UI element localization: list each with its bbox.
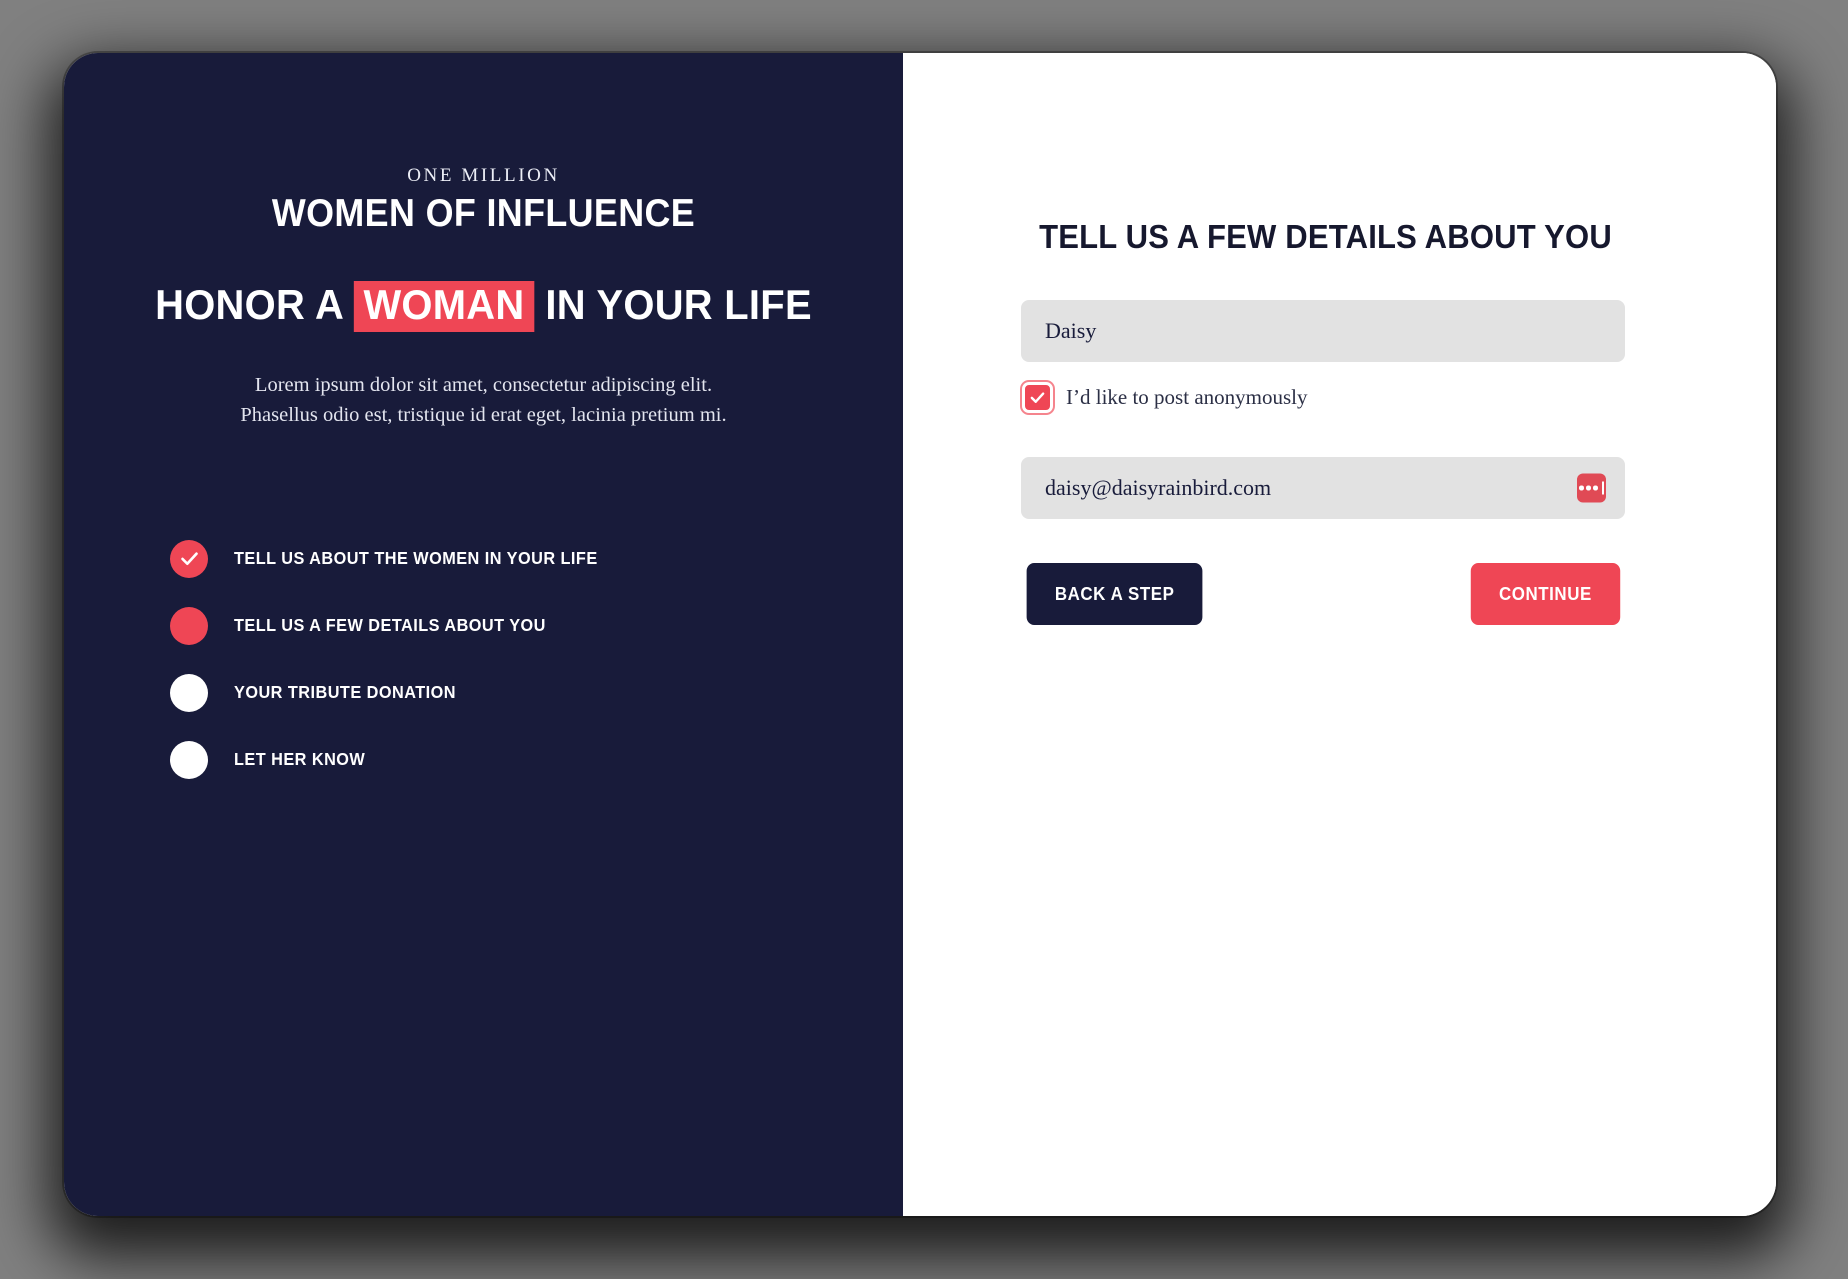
hero-description: Lorem ipsum dolor sit amet, consectetur … bbox=[240, 373, 727, 427]
brand-lockup: ONE MILLION WOMEN OF INFLUENCE bbox=[126, 165, 841, 235]
brand-name: WOMEN OF INFLUENCE bbox=[271, 192, 696, 235]
name-input[interactable]: Daisy bbox=[1021, 300, 1625, 362]
email-input[interactable]: daisy@daisyrainbird.com bbox=[1021, 457, 1625, 519]
brand-kicker: ONE MILLION bbox=[407, 165, 560, 186]
signup-card: ONE MILLION WOMEN OF INFLUENCE HONOR A W… bbox=[64, 53, 1776, 1216]
sidebar-step-1[interactable]: TELL US ABOUT THE WOMEN IN YOUR LIFE bbox=[170, 530, 841, 587]
anonymous-checkbox-label: I’d like to post anonymously bbox=[1066, 385, 1308, 409]
step-2-label: TELL US A FEW DETAILS ABOUT YOU bbox=[234, 615, 546, 636]
headline-highlight: WOMAN bbox=[353, 280, 534, 332]
step-1-label: TELL US ABOUT THE WOMEN IN YOUR LIFE bbox=[234, 548, 598, 569]
step-progress-list: TELL US ABOUT THE WOMEN IN YOUR LIFE TEL… bbox=[126, 530, 841, 788]
headline-after: IN YOUR LIFE bbox=[545, 280, 812, 328]
checkbox-check-icon bbox=[1030, 392, 1045, 403]
page-background: ONE MILLION WOMEN OF INFLUENCE HONOR A W… bbox=[0, 0, 1848, 1279]
step-4-label: LET HER KNOW bbox=[234, 749, 366, 770]
continue-button[interactable]: CONTINUE bbox=[1470, 563, 1621, 625]
dot-1 bbox=[1579, 485, 1584, 491]
name-input-value: Daisy bbox=[1045, 318, 1097, 343]
sidebar-step-4[interactable]: LET HER KNOW bbox=[170, 731, 841, 788]
step-4-status-dot bbox=[170, 740, 208, 779]
step-3-status-dot bbox=[170, 673, 208, 712]
step-2-status-dot bbox=[170, 606, 208, 645]
anonymous-checkbox[interactable] bbox=[1022, 382, 1053, 413]
sidebar-step-2[interactable]: TELL US A FEW DETAILS ABOUT YOU bbox=[170, 597, 841, 654]
back-a-step-button[interactable]: BACK A STEP bbox=[1026, 563, 1203, 625]
step-1-status-dot bbox=[170, 539, 208, 578]
step-3-label: YOUR TRIBUTE DONATION bbox=[234, 682, 456, 703]
hero-headline: HONOR A WOMAN IN YOUR LIFE bbox=[144, 280, 823, 332]
details-form: TELL US A FEW DETAILS ABOUT YOU Daisy I’… bbox=[1021, 218, 1625, 625]
left-info-panel: ONE MILLION WOMEN OF INFLUENCE HONOR A W… bbox=[64, 53, 903, 1216]
right-form-panel: TELL US A FEW DETAILS ABOUT YOU Daisy I’… bbox=[903, 53, 1776, 1216]
form-actions: BACK A STEP CONTINUE bbox=[1021, 563, 1625, 625]
email-input-value: daisy@daisyrainbird.com bbox=[1045, 475, 1272, 500]
anonymous-checkbox-row[interactable]: I’d like to post anonymously bbox=[1021, 382, 1625, 413]
password-dots-icon[interactable] bbox=[1577, 473, 1606, 503]
headline-before: HONOR A bbox=[155, 280, 343, 328]
form-title: TELL US A FEW DETAILS ABOUT YOU bbox=[1039, 218, 1612, 255]
dot-2 bbox=[1586, 485, 1591, 491]
check-icon bbox=[180, 552, 198, 566]
dot-3 bbox=[1593, 485, 1598, 491]
text-cursor bbox=[1601, 481, 1604, 495]
sidebar-step-3[interactable]: YOUR TRIBUTE DONATION bbox=[170, 664, 841, 721]
